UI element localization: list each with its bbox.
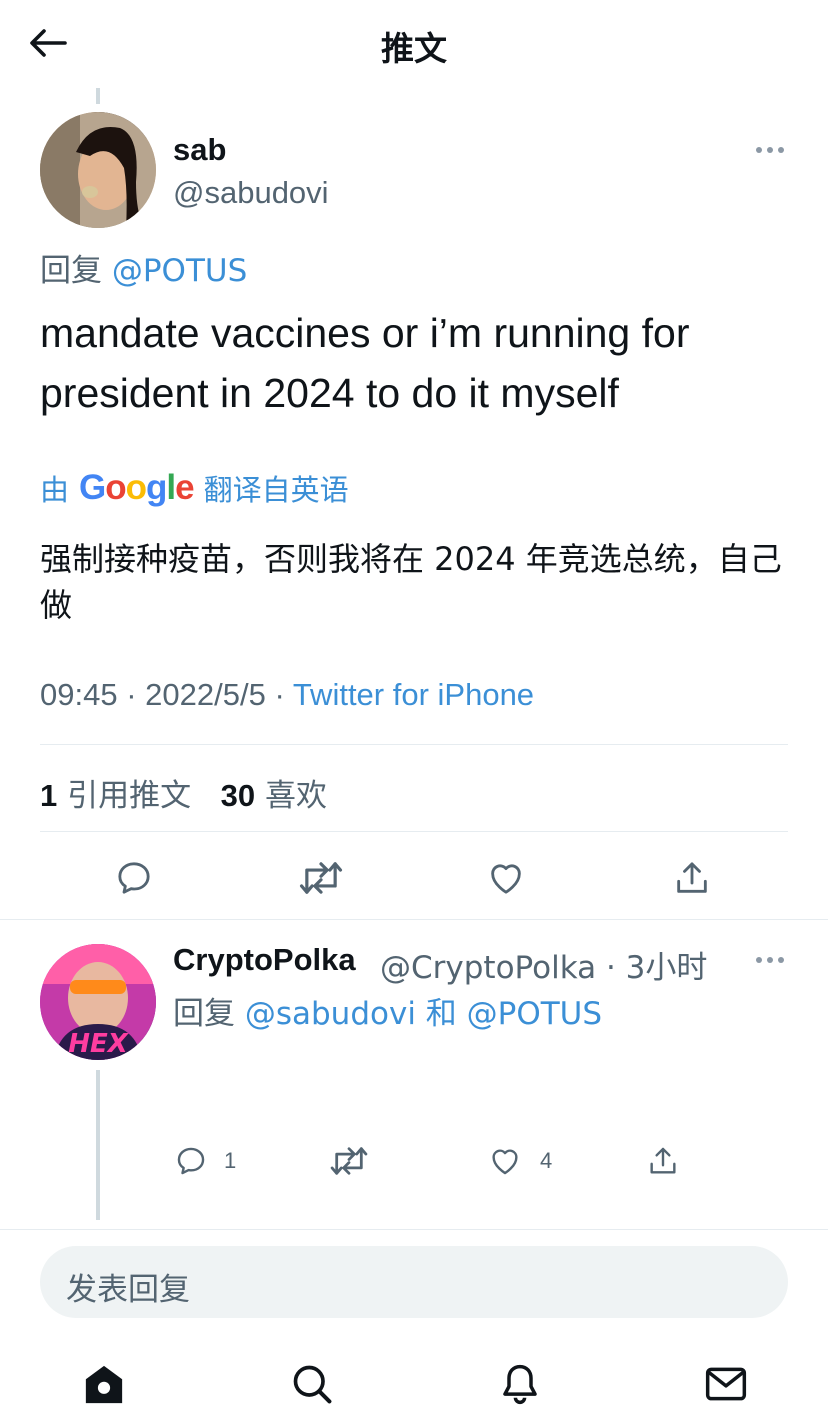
retweet-icon — [330, 1147, 368, 1175]
home-icon — [85, 1365, 123, 1404]
reply-author-handle[interactable]: @CryptoPolka — [380, 950, 596, 986]
heart-icon — [491, 864, 521, 894]
reply-author-meta: @CryptoPolka · 3小时 — [380, 942, 707, 987]
reply-icon — [118, 862, 150, 894]
retweet-icon — [299, 862, 343, 894]
avatar-image — [40, 112, 156, 228]
reply-avatar[interactable]: HEX — [40, 944, 156, 1060]
avatar-image: HEX — [40, 944, 156, 1060]
reply-button[interactable] — [112, 856, 156, 900]
author-handle[interactable]: @sabudovi — [173, 175, 329, 211]
dot — [778, 147, 784, 153]
mention-link[interactable]: @sabudovi — [245, 996, 416, 1032]
svg-text:HEX: HEX — [68, 1029, 130, 1059]
reply-share-button[interactable] — [644, 1142, 682, 1180]
tab-notifications[interactable] — [496, 1360, 544, 1408]
dot — [756, 147, 762, 153]
translated-text: 强制接种疫苗，否则我将在 2024 年竞选总统，自己做 — [40, 540, 782, 624]
reply-replying-to: 回复 @sabudovi 和 @POTUS — [173, 988, 602, 1033]
quote-stat[interactable]: 1 引用推文 — [40, 778, 191, 814]
like-stat[interactable]: 30 喜欢 — [221, 778, 327, 814]
tweet-metadata: 09:45 · 2022/5/5 · Twitter for iPhone — [40, 677, 534, 713]
retweet-button[interactable] — [296, 856, 346, 900]
top-bar: 推文 — [0, 0, 828, 88]
search-icon — [293, 1365, 332, 1404]
page-title: 推文 — [381, 29, 447, 68]
translate-suffix: 翻译自英语 — [203, 473, 349, 507]
share-icon — [677, 862, 707, 893]
reply-prefix: 回复 — [173, 996, 245, 1032]
dot — [767, 147, 773, 153]
reply-icon — [177, 1147, 205, 1175]
separator: · — [274, 677, 293, 712]
tab-messages[interactable] — [702, 1360, 750, 1408]
dot — [778, 957, 784, 963]
author-name[interactable]: sab — [173, 132, 226, 168]
tweet-source[interactable]: Twitter for iPhone — [293, 677, 534, 712]
like-label: 喜欢 — [265, 778, 328, 814]
avatar[interactable] — [40, 112, 156, 228]
share-button[interactable] — [670, 856, 714, 900]
mention-link[interactable]: @POTUS — [467, 996, 602, 1032]
quote-label: 引用推文 — [67, 778, 192, 814]
compose-reply-input[interactable]: 发表回复 — [40, 1246, 788, 1318]
divider — [40, 831, 788, 832]
reply-more-options-button[interactable] — [756, 957, 784, 963]
bell-icon — [503, 1364, 537, 1405]
reply-like-button[interactable] — [486, 1142, 524, 1180]
reply-prefix: 回复 — [40, 253, 112, 289]
share-icon — [650, 1147, 676, 1174]
reply-author-name[interactable]: CryptoPolka — [173, 942, 356, 978]
tweet-time: 09:45 — [40, 677, 118, 712]
heart-icon — [492, 1149, 518, 1175]
translation-attribution[interactable]: 由 Google 翻译自英语 — [40, 467, 349, 509]
dot — [767, 957, 773, 963]
tweet-stats: 1 引用推文 30 喜欢 — [40, 770, 327, 815]
conjunction: 和 — [415, 996, 467, 1032]
mail-icon — [705, 1367, 747, 1401]
compose-placeholder: 发表回复 — [66, 1272, 190, 1308]
replying-to: 回复 @POTUS — [40, 245, 247, 290]
reply-time: 3小时 — [625, 950, 708, 986]
tab-search[interactable] — [288, 1360, 336, 1408]
reply-count: 1 — [224, 1148, 237, 1173]
thread-line — [96, 88, 100, 104]
tab-home[interactable] — [80, 1360, 128, 1408]
tweet-date: 2022/5/5 — [145, 677, 266, 712]
divider — [40, 744, 788, 745]
tweet-text: mandate vaccines or i’m running for pres… — [40, 310, 690, 416]
like-button[interactable] — [484, 856, 528, 900]
reply-like-count: 4 — [540, 1148, 553, 1173]
thread-line — [96, 1070, 100, 1220]
quote-count: 1 — [40, 778, 58, 813]
separator: · — [126, 677, 146, 712]
divider — [0, 919, 828, 920]
mention-link[interactable]: @POTUS — [112, 253, 247, 289]
translate-prefix: 由 — [40, 473, 70, 507]
like-count: 30 — [220, 778, 256, 813]
divider — [0, 1229, 828, 1230]
dot — [756, 957, 762, 963]
reply-reply-button[interactable] — [172, 1142, 210, 1180]
separator: · — [596, 950, 626, 986]
more-options-button[interactable] — [756, 147, 784, 153]
google-logo: Google — [79, 468, 195, 507]
reply-retweet-button[interactable] — [328, 1142, 370, 1180]
